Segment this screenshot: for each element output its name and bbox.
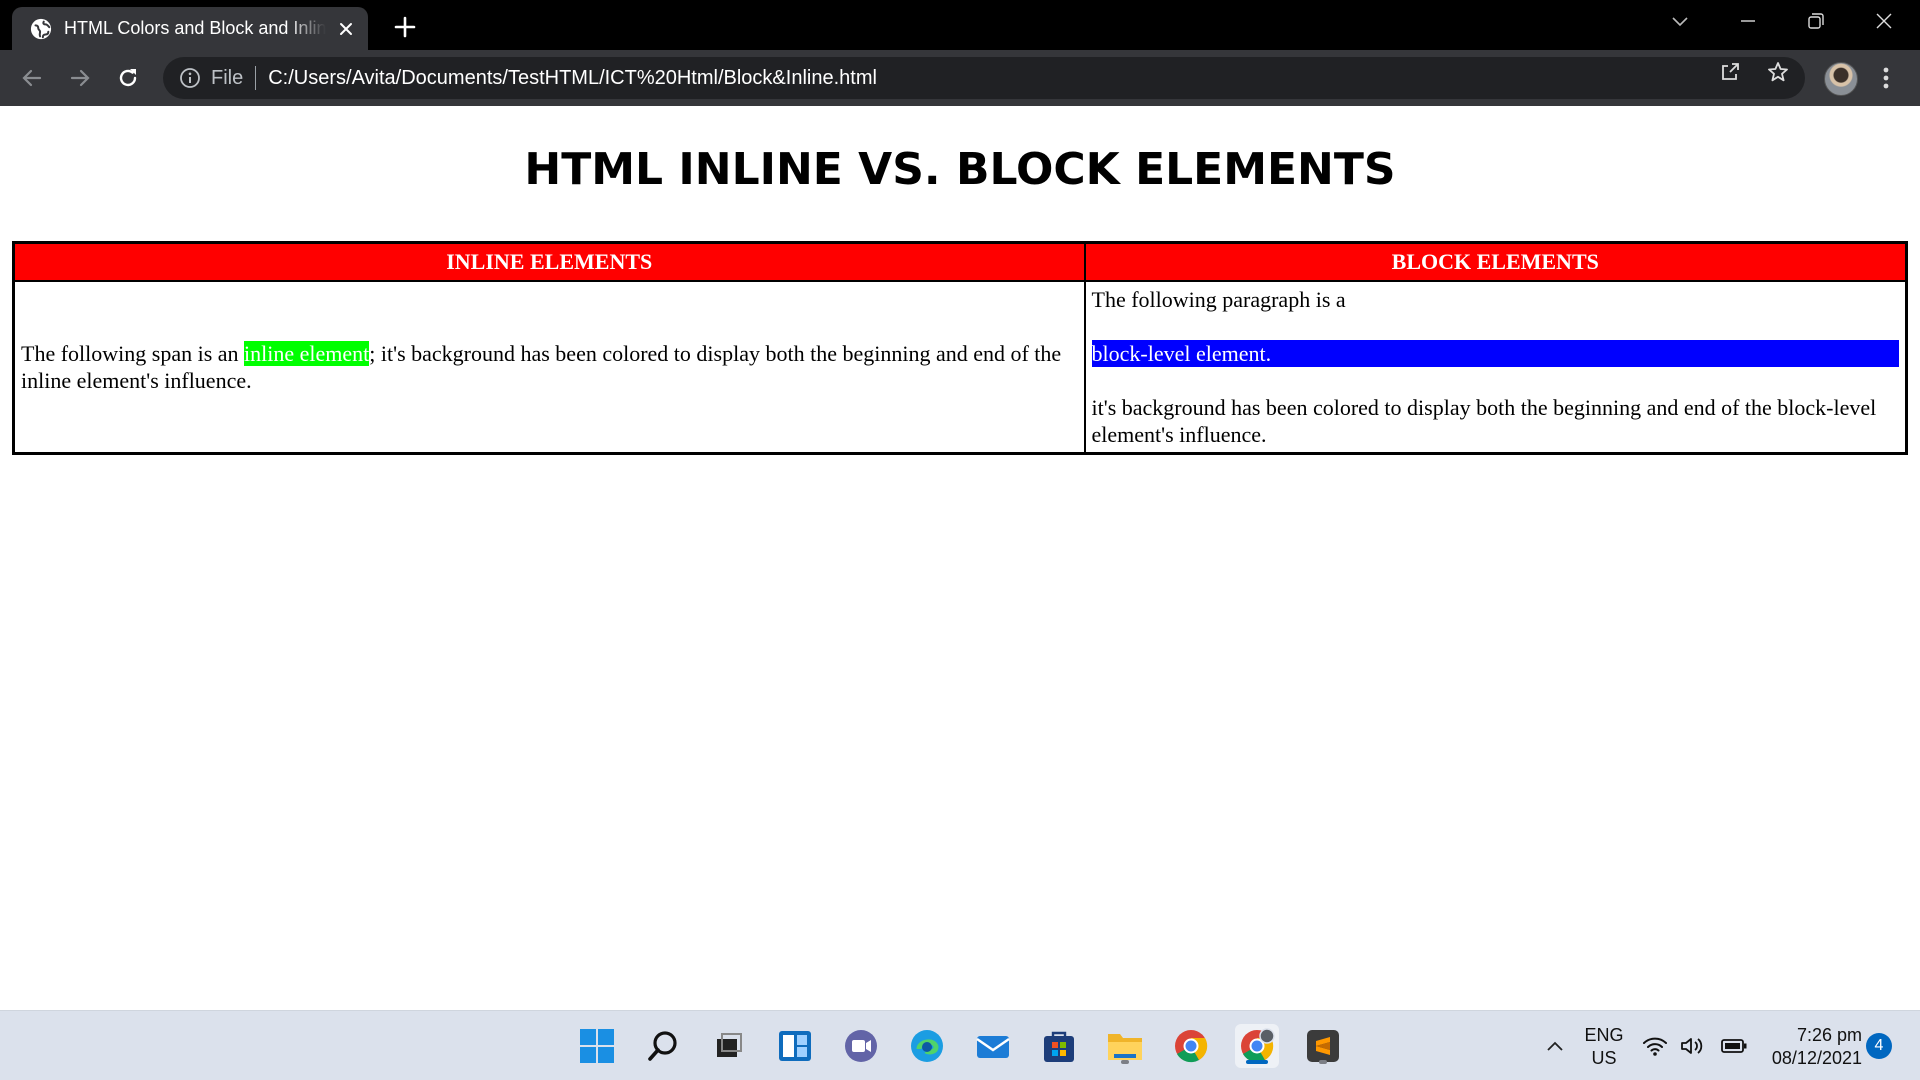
region-code: US — [1591, 1048, 1617, 1068]
inline-cell: The following span is an inline element;… — [12, 279, 1086, 454]
language-code: ENG — [1584, 1025, 1624, 1045]
table-row: The following span is an inline element;… — [12, 279, 1908, 454]
active-indicator — [1246, 1060, 1268, 1064]
notification-badge[interactable]: 4 — [1866, 1033, 1892, 1059]
running-indicator — [1121, 1060, 1129, 1064]
header-inline-elements: INLINE ELEMENTS — [12, 241, 1086, 282]
clock-time: 7:26 pm — [1796, 1025, 1862, 1045]
chrome-profile-icon[interactable] — [1235, 1024, 1279, 1068]
table-header-row: INLINE ELEMENTS BLOCK ELEMENTS — [12, 241, 1908, 282]
comparison-table: INLINE ELEMENTS BLOCK ELEMENTS The follo… — [12, 241, 1908, 455]
close-icon[interactable] — [334, 17, 358, 41]
tab-title: HTML Colors and Block and Inline Element… — [64, 18, 326, 38]
minimize-icon[interactable] — [1714, 0, 1782, 42]
block-cell: The following paragraph is a block-level… — [1083, 279, 1908, 454]
running-indicator — [1319, 1060, 1327, 1064]
back-icon[interactable] — [16, 62, 48, 94]
file-explorer-icon[interactable] — [1103, 1024, 1147, 1068]
clock-date: 08/12/2021 — [1771, 1048, 1862, 1068]
avatar[interactable] — [1824, 62, 1858, 96]
reload-icon[interactable] — [112, 62, 144, 94]
edge-icon[interactable] — [905, 1024, 949, 1068]
star-icon[interactable] — [1765, 59, 1791, 85]
clock[interactable]: 7:26 pm 08/12/2021 — [1752, 1024, 1862, 1070]
globe-icon — [30, 18, 52, 39]
taskbar: ENG US 7:26 pm 08/12/2021 — [0, 1010, 1920, 1080]
inline-element-highlight: inline element — [244, 340, 370, 366]
info-icon[interactable] — [179, 67, 201, 89]
scheme-label: File — [211, 66, 244, 89]
chat-icon[interactable] — [839, 1024, 883, 1068]
browser-tab[interactable]: HTML Colors and Block and Inline Element… — [12, 7, 368, 50]
more-vert-icon[interactable] — [1870, 62, 1902, 94]
browser-toolbar: File C:/Users/Avita/Documents/TestHTML/I… — [0, 50, 1920, 106]
windows-start-icon[interactable] — [575, 1024, 619, 1068]
url-text[interactable]: C:/Users/Avita/Documents/TestHTML/ICT%20… — [268, 67, 877, 90]
forward-icon[interactable] — [64, 62, 96, 94]
battery-icon[interactable] — [1717, 1024, 1751, 1068]
block-element-highlight: block-level element. — [1091, 339, 1899, 367]
task-view-icon[interactable] — [707, 1024, 751, 1068]
mail-icon[interactable] — [971, 1024, 1015, 1068]
chevron-up-icon[interactable] — [1533, 1024, 1577, 1068]
block-intro-text: The following paragraph is a — [1091, 286, 1346, 312]
inline-text-before: The following span is an — [21, 340, 245, 366]
close-window-icon[interactable] — [1850, 0, 1918, 42]
language-indicator[interactable]: ENG US — [1574, 1024, 1634, 1070]
page-title: HTML INLINE VS. BLOCK ELEMENTS — [524, 144, 1396, 195]
restore-icon[interactable] — [1782, 0, 1850, 42]
wifi-icon[interactable] — [1640, 1024, 1670, 1068]
share-icon[interactable] — [1717, 59, 1743, 85]
header-block-elements: BLOCK ELEMENTS — [1083, 241, 1908, 282]
chrome-icon[interactable] — [1169, 1024, 1213, 1068]
search-icon[interactable] — [641, 1024, 685, 1068]
address-bar[interactable]: File C:/Users/Avita/Documents/TestHTML/I… — [163, 57, 1805, 99]
chevron-down-icon[interactable] — [1646, 0, 1714, 42]
volume-icon[interactable] — [1677, 1024, 1707, 1068]
store-icon[interactable] — [1037, 1024, 1081, 1068]
sublime-text-icon[interactable] — [1301, 1024, 1345, 1068]
widgets-icon[interactable] — [773, 1024, 817, 1068]
tab-strip: HTML Colors and Block and Inline Element… — [0, 0, 1920, 50]
plus-icon[interactable] — [390, 12, 420, 42]
divider — [255, 66, 257, 90]
block-text-after: it's background has been colored to disp… — [1091, 394, 1877, 447]
